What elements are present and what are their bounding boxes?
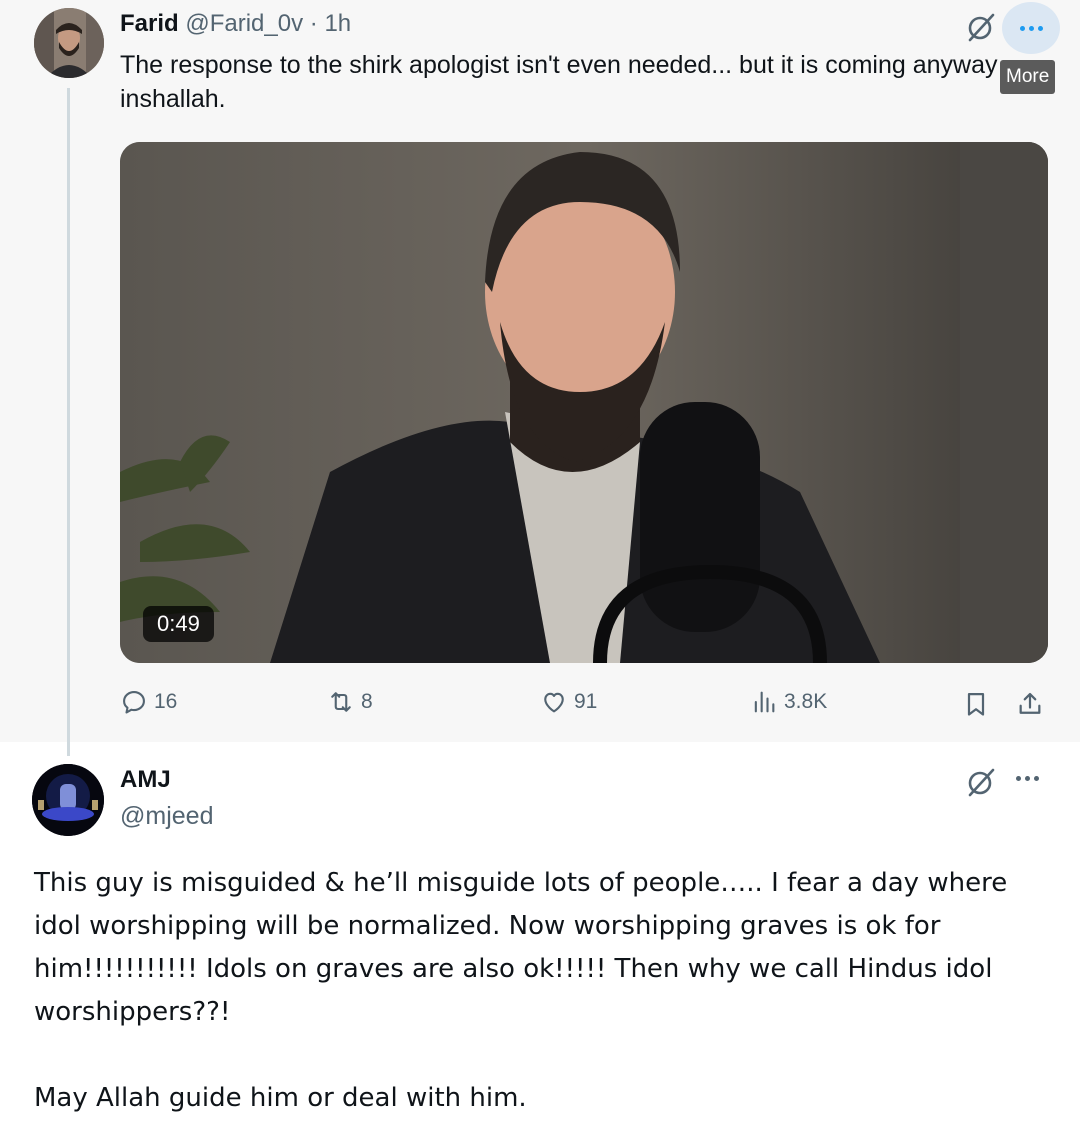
reply-more-icon[interactable] — [1016, 776, 1039, 781]
author-handle[interactable]: @Farid_0v — [185, 10, 303, 37]
video-player[interactable] — [120, 142, 1048, 663]
views-button[interactable]: 3.8K — [750, 688, 827, 716]
grok-icon[interactable] — [966, 12, 996, 42]
reply-author-name[interactable]: AMJ — [120, 766, 171, 794]
like-icon — [544, 692, 564, 713]
more-icon — [1019, 25, 1043, 31]
reply-grok-icon[interactable] — [966, 767, 996, 797]
share-icon — [1019, 692, 1041, 714]
share-button[interactable] — [1016, 690, 1044, 718]
video-duration: 0:49 — [143, 606, 214, 642]
tweet-header: Farid @Farid_0v · 1h — [120, 10, 351, 38]
author-avatar[interactable] — [34, 8, 104, 78]
tweet-timestamp[interactable]: 1h — [324, 10, 351, 37]
reply-author-avatar[interactable] — [32, 764, 104, 836]
reply-text: This guy is misguided & he’ll misguide l… — [34, 862, 1054, 1120]
like-button[interactable]: 91 — [540, 688, 597, 716]
reply-button[interactable]: 16 — [120, 688, 177, 716]
tweet-text: The response to the shirk apologist isn'… — [120, 51, 998, 113]
reply-paragraph-2: May Allah guide him or deal with him. — [34, 1083, 527, 1113]
like-count: 91 — [574, 690, 598, 713]
more-tooltip: More — [1000, 60, 1056, 94]
header-separator: · — [309, 10, 318, 37]
thread-connector-line — [67, 88, 70, 756]
repost-count: 8 — [361, 690, 373, 713]
views-icon — [754, 691, 775, 713]
repost-button[interactable]: 8 — [327, 688, 373, 716]
video-thumbnail — [120, 142, 1048, 663]
reply-author-handle[interactable]: @mjeed — [120, 802, 213, 831]
reply-paragraph-1: This guy is misguided & he’ll misguide l… — [34, 868, 1008, 1027]
bookmark-icon — [967, 692, 985, 716]
bookmark-button[interactable] — [962, 690, 990, 718]
more-button[interactable] — [1002, 2, 1060, 54]
views-count: 3.8K — [784, 690, 828, 713]
reply-count: 16 — [154, 690, 178, 713]
author-name[interactable]: Farid — [120, 10, 179, 37]
reply-icon — [123, 691, 145, 714]
repost-icon — [331, 692, 351, 712]
